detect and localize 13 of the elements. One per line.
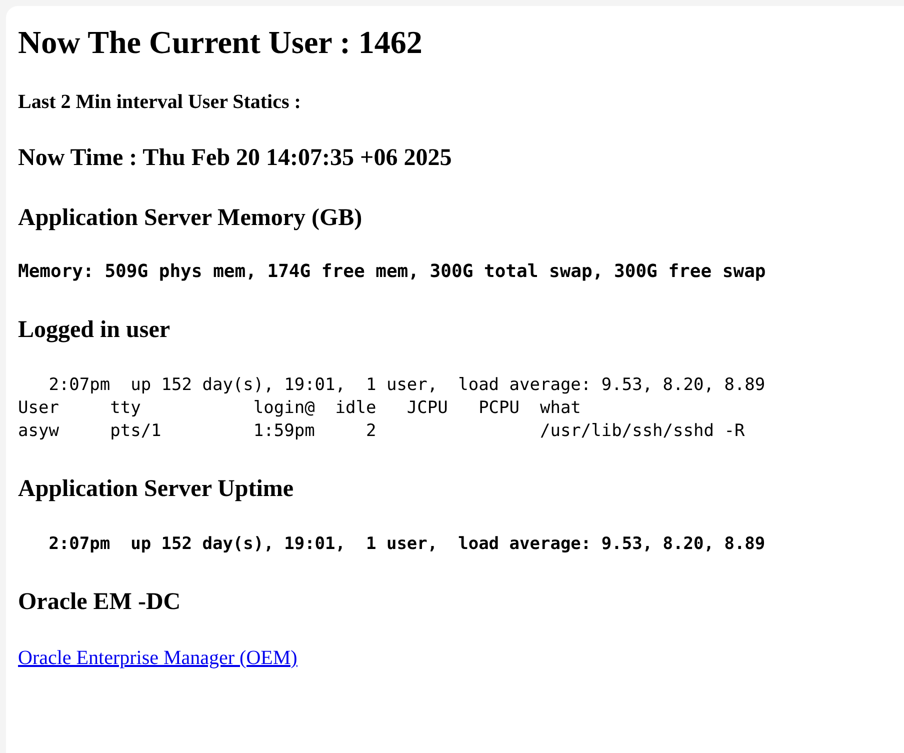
output-line: User tty login@ idle JCPU PCPU what (18, 397, 581, 420)
section-heading: Oracle EM -DC (18, 588, 181, 616)
section-heading: Logged in user (18, 316, 170, 344)
oem-link[interactable]: Oracle Enterprise Manager (OEM) (18, 646, 298, 670)
output-line: 2:07pm up 152 day(s), 19:01, 1 user, load average: 9.53, 8.20, 8.89 (48, 374, 766, 397)
time-heading: Now Time : Thu Feb 20 14:07:35 +06 2025 (18, 144, 452, 172)
section-heading: Application Server Uptime (18, 475, 294, 503)
output-line: asyw pts/1 1:59pm 2 /usr/lib/ssh/sshd -R (18, 420, 745, 443)
subheading: Last 2 Min interval User Statics : (18, 90, 301, 114)
uptime-text: 2:07pm up 152 day(s), 19:01, 1 user, load average: 9.53, 8.20, 8.89 (48, 533, 766, 556)
page-title: Now The Current User : 1462 (18, 24, 422, 60)
memory-text: Memory: 509G phys mem, 174G free mem, 300G total swap, 300G free swap (18, 260, 766, 284)
section-heading: Application Server Memory (GB) (18, 204, 362, 232)
